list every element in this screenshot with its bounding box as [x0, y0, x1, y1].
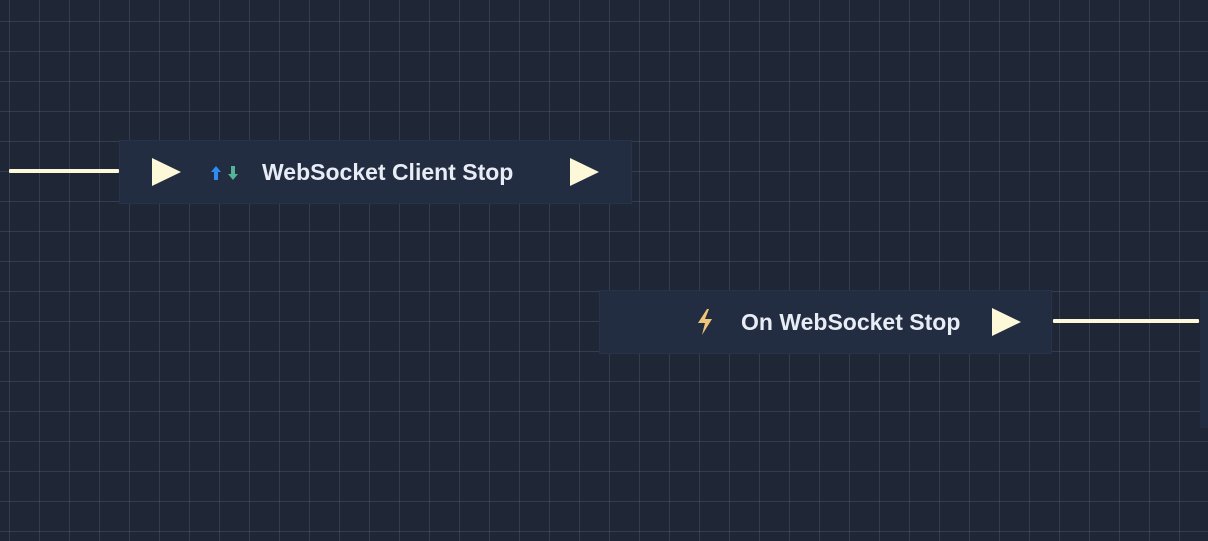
send-receive-arrows-icon — [211, 166, 238, 180]
exec-output-pin[interactable] — [990, 307, 1022, 337]
exec-wire-incoming[interactable] — [9, 169, 119, 173]
node-graph-canvas[interactable]: WebSocket Client Stop On WebSocket Stop — [0, 0, 1208, 541]
node-title: WebSocket Client Stop — [262, 159, 514, 185]
exec-wire-outgoing[interactable] — [1053, 319, 1199, 323]
offscreen-node-edge[interactable] — [1200, 292, 1208, 428]
exec-output-pin[interactable] — [568, 157, 600, 187]
node-websocket-client-stop[interactable]: WebSocket Client Stop — [119, 140, 632, 204]
node-on-websocket-stop[interactable]: On WebSocket Stop — [599, 290, 1052, 354]
exec-input-pin[interactable] — [150, 157, 182, 187]
node-title: On WebSocket Stop — [741, 309, 961, 335]
lightning-bolt-icon — [698, 309, 712, 335]
